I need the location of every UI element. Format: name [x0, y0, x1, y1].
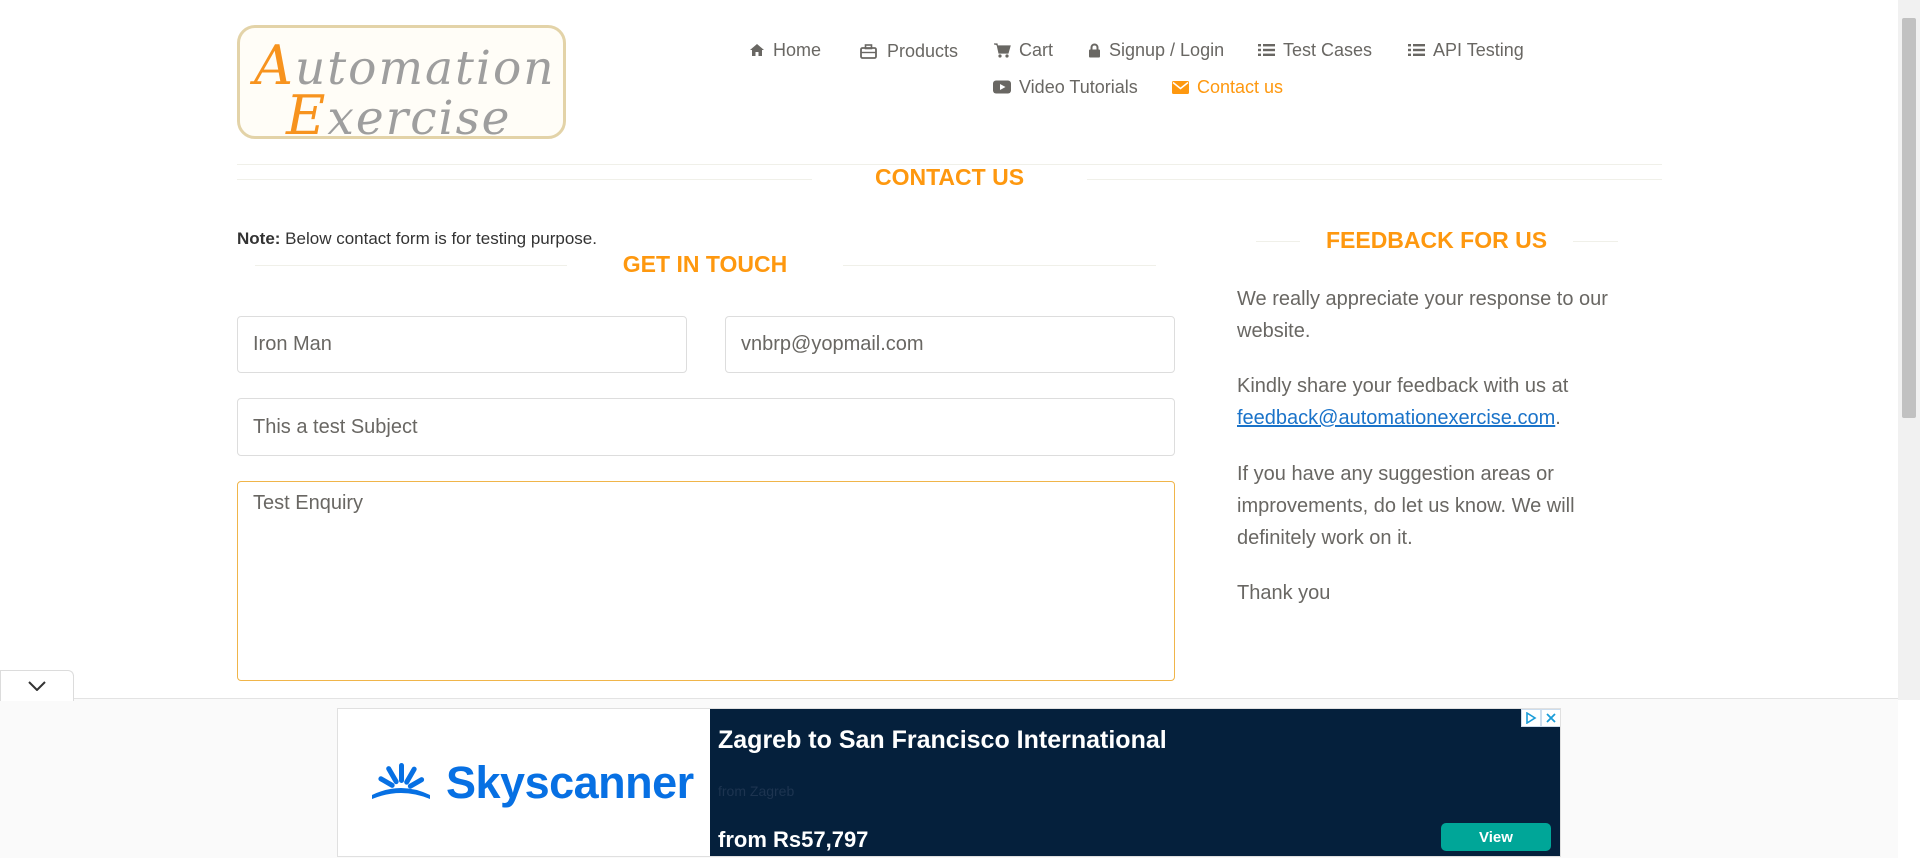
site-logo[interactable]: Automation Exercise [237, 25, 566, 147]
nav-video-tutorials-label: Video Tutorials [1019, 76, 1138, 97]
lock-icon [1089, 43, 1100, 57]
envelope-icon [1172, 80, 1189, 94]
nav-test-cases[interactable]: Test Cases [1258, 38, 1372, 62]
form-note: Note: Below contact form is for testing … [237, 229, 597, 248]
nav-api-testing[interactable]: API Testing [1408, 38, 1524, 62]
feedback-email-link[interactable]: feedback@automationexercise.com [1237, 407, 1555, 429]
nav-products[interactable]: Products [860, 39, 958, 63]
email-input[interactable] [725, 316, 1175, 373]
ad-offer-panel[interactable]: Zagreb to San Francisco International fr… [710, 709, 1560, 856]
ad-origin: from Zagreb [718, 783, 795, 799]
feedback-rule-right [1573, 241, 1618, 242]
title-rule-right [1087, 179, 1662, 180]
nav-products-label: Products [887, 40, 959, 61]
get-in-touch-rule-left [255, 265, 567, 266]
nav-test-cases-label: Test Cases [1283, 39, 1373, 60]
logo-line-2: Exercise [286, 84, 512, 147]
nav-contact-us[interactable]: Contact us [1172, 75, 1283, 99]
youtube-icon [993, 80, 1011, 94]
feedback-rule-left [1256, 241, 1300, 242]
scrollbar-thumb[interactable] [1902, 18, 1916, 418]
skyscanner-ad[interactable]: Skyscanner Zagreb to San Francisco Inter… [337, 708, 1561, 857]
nav-home[interactable]: Home [749, 38, 821, 62]
ad-view-button[interactable]: View [1441, 823, 1551, 851]
list-icon [1258, 44, 1275, 56]
nav-cart[interactable]: Cart [994, 38, 1053, 62]
message-textarea[interactable]: Test Enquiry [237, 481, 1175, 681]
ad-headline: Zagreb to San Francisco International [718, 726, 1167, 754]
feedback-paragraph-1: We really appreciate your response to ou… [1237, 288, 1608, 342]
adchoices-icon[interactable] [1521, 709, 1541, 727]
nav-signup-login[interactable]: Signup / Login [1088, 38, 1224, 62]
nav-signup-login-label: Signup / Login [1109, 39, 1225, 60]
feedback-paragraph-3: If you have any suggestion areas or impr… [1237, 463, 1575, 549]
briefcase-icon [860, 43, 877, 59]
get-in-touch-title: GET IN TOUCH [622, 251, 788, 277]
nav-api-testing-label: API Testing [1433, 39, 1524, 60]
skyscanner-logo: Skyscanner [368, 757, 694, 809]
nav-home-label: Home [773, 39, 822, 60]
chevron-down-icon [28, 681, 46, 691]
home-icon [750, 44, 764, 56]
ad-price: from Rs57,797 [718, 827, 869, 852]
skyscanner-brand-text: Skyscanner [446, 757, 694, 808]
sunrise-icon [372, 763, 430, 799]
name-input[interactable] [237, 316, 687, 373]
cart-icon [994, 42, 1011, 58]
nav-cart-label: Cart [1019, 39, 1054, 60]
nav-contact-us-label: Contact us [1197, 76, 1284, 97]
page-scrollbar[interactable] [1898, 0, 1920, 700]
ad-close-icon[interactable] [1541, 709, 1560, 727]
feedback-title: FEEDBACK FOR US [1325, 227, 1548, 253]
feedback-paragraph-4: Thank you [1237, 582, 1331, 604]
page-title: CONTACT US [874, 164, 1025, 190]
ad-badges [1521, 709, 1560, 727]
title-rule-left [237, 179, 812, 180]
get-in-touch-rule-right [843, 265, 1156, 266]
feedback-paragraph-2: Kindly share your feedback with us at fe… [1237, 375, 1569, 429]
list-icon [1408, 44, 1425, 56]
nav-video-tutorials[interactable]: Video Tutorials [993, 75, 1138, 99]
subject-input[interactable] [237, 398, 1175, 456]
ad-collapse-toggle[interactable] [0, 670, 74, 701]
